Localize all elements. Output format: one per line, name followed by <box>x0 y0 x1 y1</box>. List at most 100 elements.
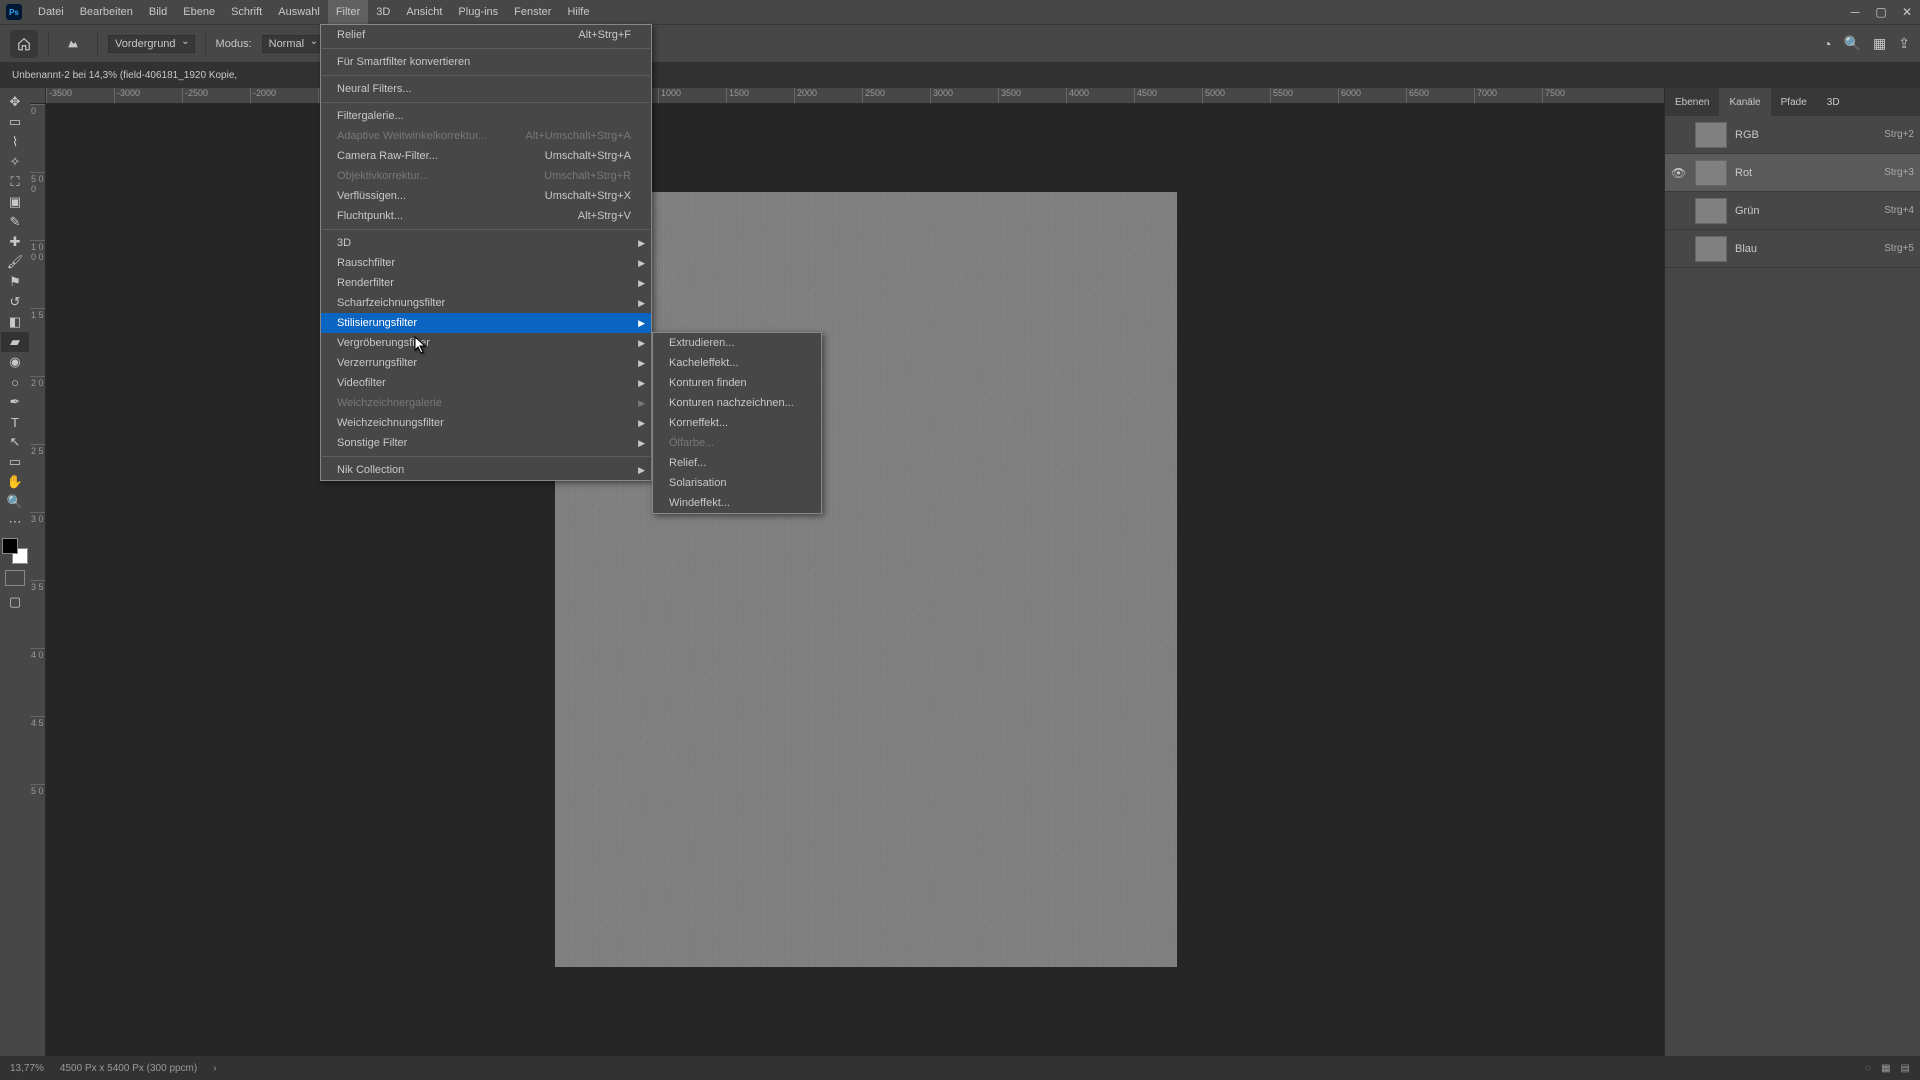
filter-menu: ReliefAlt+Strg+F Für Smartfilter konverti… <box>320 24 652 481</box>
menu-item[interactable]: Neural Filters... <box>321 79 651 99</box>
channel-thumb <box>1695 160 1727 186</box>
lasso-tool[interactable]: ⌇ <box>1 132 29 152</box>
menu-item[interactable]: Relief... <box>653 453 821 473</box>
eyedropper-tool[interactable]: ✎ <box>1 212 29 232</box>
channel-row[interactable]: RGBStrg+2 <box>1665 116 1920 154</box>
eraser-tool[interactable]: ◧ <box>1 312 29 332</box>
wand-tool[interactable]: ✧ <box>1 152 29 172</box>
doc-info-arrow[interactable]: › <box>213 1063 216 1074</box>
panel-tab-ebenen[interactable]: Ebenen <box>1665 88 1719 116</box>
menu-item[interactable]: Vergröberungsfilter▶ <box>321 333 651 353</box>
panel-tab-3d[interactable]: 3D <box>1817 88 1850 116</box>
menu-item[interactable]: Camera Raw-Filter...Umschalt+Strg+A <box>321 146 651 166</box>
menu-filter[interactable]: Filter <box>328 0 368 24</box>
canvas-area[interactable]: -3500-3000-2500-2000-1500-1000-500050010… <box>30 88 1664 1056</box>
stamp-tool[interactable]: ⚑ <box>1 272 29 292</box>
search-icon[interactable]: 🔍 <box>1844 35 1861 52</box>
menu-bild[interactable]: Bild <box>141 0 175 24</box>
quick-mask[interactable] <box>5 570 25 586</box>
menu-item: Adaptive Weitwinkelkorrektur...Alt+Umsch… <box>321 126 651 146</box>
menu-fenster[interactable]: Fenster <box>506 0 559 24</box>
doc-info[interactable]: 4500 Px x 5400 Px (300 ppcm) <box>60 1063 197 1074</box>
status-bar: 13,77% 4500 Px x 5400 Px (300 ppcm) › ◌ … <box>0 1056 1920 1080</box>
menu-schrift[interactable]: Schrift <box>223 0 270 24</box>
menu-ansicht[interactable]: Ansicht <box>398 0 450 24</box>
menu-item[interactable]: Konturen nachzeichnen... <box>653 393 821 413</box>
dodge-tool[interactable]: ○ <box>1 372 29 392</box>
menu-item[interactable]: Videofilter▶ <box>321 373 651 393</box>
menu-ebene[interactable]: Ebene <box>175 0 223 24</box>
hand-tool[interactable]: ✋ <box>1 472 29 492</box>
marquee-tool[interactable]: ▭ <box>1 112 29 132</box>
menu-hilfe[interactable]: Hilfe <box>559 0 597 24</box>
menu-item[interactable]: Extrudieren... <box>653 333 821 353</box>
channel-name: Rot <box>1735 167 1876 179</box>
move-tool[interactable]: ✥ <box>1 92 29 112</box>
menu-item[interactable]: Für Smartfilter konvertieren <box>321 52 651 72</box>
menu-auswahl[interactable]: Auswahl <box>270 0 328 24</box>
menu-item[interactable]: Verflüssigen...Umschalt+Strg+X <box>321 186 651 206</box>
options-bar: Vordergrund Modus: Normal Benachbart All… <box>0 24 1920 62</box>
menu-item[interactable]: Solarisation <box>653 473 821 493</box>
mode-dropdown[interactable]: Normal <box>262 35 323 53</box>
frame-tool[interactable]: ▣ <box>1 192 29 212</box>
menu-item[interactable]: Windeffekt... <box>653 493 821 513</box>
menu-3d[interactable]: 3D <box>368 0 398 24</box>
menu-item[interactable]: Verzerrungsfilter▶ <box>321 353 651 373</box>
pen-tool[interactable]: ✒ <box>1 392 29 412</box>
channel-shortcut: Strg+3 <box>1884 167 1914 178</box>
more-tools[interactable]: ⋯ <box>1 512 29 532</box>
crop-tool[interactable]: ⛶ <box>1 172 29 192</box>
brush-tool[interactable]: 🖌 <box>1 252 29 272</box>
type-tool[interactable]: T <box>1 412 29 432</box>
zoom-tool[interactable]: 🔍 <box>1 492 29 512</box>
channel-shortcut: Strg+4 <box>1884 205 1914 216</box>
menu-item[interactable]: Scharfzeichnungsfilter▶ <box>321 293 651 313</box>
menu-item[interactable]: Filtergalerie... <box>321 106 651 126</box>
sync-icon[interactable]: ◌ <box>1865 1063 1871 1074</box>
heal-tool[interactable]: ✚ <box>1 232 29 252</box>
menu-item[interactable]: 3D▶ <box>321 233 651 253</box>
history-brush-tool[interactable]: ↺ <box>1 292 29 312</box>
document-tab[interactable]: Unbenannt-2 bei 14,3% (field-406181_1920… <box>0 62 249 88</box>
color-swatches[interactable] <box>2 538 28 564</box>
share-icon[interactable]: ⇪ <box>1898 35 1910 52</box>
blur-tool[interactable]: ◉ <box>1 352 29 372</box>
panel-tab-kanäle[interactable]: Kanäle <box>1719 88 1770 116</box>
workspace-icon[interactable]: ▦ <box>1873 35 1886 52</box>
menu-item[interactable]: Fluchtpunkt...Alt+Strg+V <box>321 206 651 226</box>
menu-item[interactable]: Konturen finden <box>653 373 821 393</box>
menu-item[interactable]: Stilisierungsfilter▶ <box>321 313 651 333</box>
menu-plug-ins[interactable]: Plug-ins <box>450 0 506 24</box>
visibility-icon[interactable]: 👁 <box>1671 166 1687 180</box>
screen-mode[interactable]: ▢ <box>1 592 29 612</box>
maximize-button[interactable]: ▢ <box>1868 0 1894 24</box>
sample-dropdown[interactable]: Vordergrund <box>108 35 195 53</box>
snap-icon[interactable]: ▤ <box>1901 1063 1910 1074</box>
menu-item[interactable]: Sonstige Filter▶ <box>321 433 651 453</box>
channel-name: Grün <box>1735 205 1876 217</box>
menu-item[interactable]: Korneffekt... <box>653 413 821 433</box>
minimize-button[interactable]: ─ <box>1842 0 1868 24</box>
menu-item[interactable]: Nik Collection▶ <box>321 460 651 480</box>
home-button[interactable] <box>10 30 38 58</box>
menu-item[interactable]: Renderfilter▶ <box>321 273 651 293</box>
cloud-icon[interactable]: ◔ <box>1823 36 1831 52</box>
channel-row[interactable]: 👁 Rot Strg+3 <box>1665 154 1920 192</box>
close-button[interactable]: ✕ <box>1894 0 1920 24</box>
current-tool-icon[interactable] <box>59 30 87 58</box>
path-tool[interactable]: ↖ <box>1 432 29 452</box>
menu-item[interactable]: Kacheleffekt... <box>653 353 821 373</box>
menu-item[interactable]: Rauschfilter▶ <box>321 253 651 273</box>
gradient-tool[interactable]: ▰ <box>1 332 29 352</box>
shape-tool[interactable]: ▭ <box>1 452 29 472</box>
channel-row[interactable]: Grün Strg+4 <box>1665 192 1920 230</box>
menu-datei[interactable]: Datei <box>30 0 72 24</box>
menu-bearbeiten[interactable]: Bearbeiten <box>72 0 141 24</box>
panel-tab-pfade[interactable]: Pfade <box>1771 88 1817 116</box>
menu-item[interactable]: Weichzeichnungsfilter▶ <box>321 413 651 433</box>
menu-item[interactable]: ReliefAlt+Strg+F <box>321 25 651 45</box>
zoom-level[interactable]: 13,77% <box>10 1063 44 1074</box>
channel-row[interactable]: BlauStrg+5 <box>1665 230 1920 268</box>
grid-icon[interactable]: ▦ <box>1881 1063 1890 1074</box>
